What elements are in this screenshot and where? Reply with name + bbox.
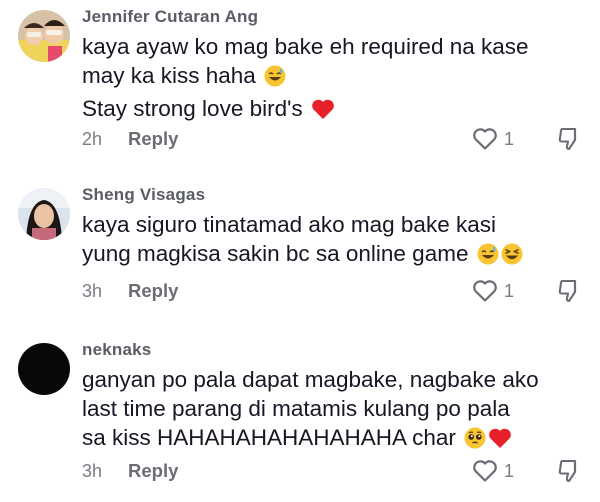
comment-timestamp: 2h xyxy=(82,129,103,149)
like-count: 1 xyxy=(504,461,515,481)
dislike-button[interactable] xyxy=(556,458,582,489)
comment-line-with-emoji: may ka kiss haha xyxy=(82,61,588,94)
comment-username[interactable]: Jennifer Cutaran Ang xyxy=(82,6,588,28)
comment-text: ganyan po pala dapat magbake, nagbake ak… xyxy=(82,365,588,456)
comment-line-with-emoji: yung magkisa sakin bc sa online game xyxy=(82,239,588,272)
like-count: 1 xyxy=(504,129,515,149)
thumbs-down-icon xyxy=(556,127,582,156)
comment-line: Stay strong love bird's xyxy=(82,96,303,121)
dislike-button[interactable] xyxy=(556,126,582,157)
thumbs-down-icon xyxy=(556,279,582,308)
comment-line: kaya ayaw ko mag bake eh required na kas… xyxy=(82,34,529,59)
comment-line: may ka kiss haha xyxy=(82,63,256,88)
comment-actions: 3h Reply 1 xyxy=(82,278,600,304)
avatar[interactable] xyxy=(18,188,70,240)
reply-button[interactable]: Reply xyxy=(128,458,178,484)
comment-timestamp: 3h xyxy=(82,461,103,481)
sweat-smile-emoji xyxy=(477,243,499,272)
red-heart-emoji xyxy=(488,427,512,456)
comment-line: yung magkisa sakin bc sa online game xyxy=(82,241,469,266)
comment-line-with-emoji: sa kiss HAHAHAHAHAHAHAHA char xyxy=(82,423,588,456)
comment-actions: 3h Reply 1 xyxy=(82,458,600,484)
like-count: 1 xyxy=(504,281,515,301)
red-heart-emoji xyxy=(311,98,335,127)
comment-username[interactable]: Sheng Visagas xyxy=(82,184,588,206)
comment-line-with-emoji: Stay strong love bird's xyxy=(82,94,588,127)
comment-actions: 2h Reply 1 xyxy=(82,126,600,152)
comment-line: ganyan po pala dapat magbake, nagbake ak… xyxy=(82,367,539,392)
comment-text: kaya ayaw ko mag bake eh required na kas… xyxy=(82,32,588,127)
comment-line: sa kiss HAHAHAHAHAHAHAHA char xyxy=(82,425,456,450)
thumbs-down-icon xyxy=(556,459,582,488)
avatar[interactable] xyxy=(18,343,70,395)
comment-username[interactable]: neknaks xyxy=(82,339,588,361)
reply-button[interactable]: Reply xyxy=(128,126,178,152)
sweat-smile-emoji xyxy=(264,65,286,94)
pleading-face-emoji xyxy=(464,427,486,456)
comment-text: kaya siguro tinatamad ako mag bake kasi … xyxy=(82,210,588,272)
avatar[interactable] xyxy=(18,10,70,62)
dislike-button[interactable] xyxy=(556,278,582,309)
comment-line: kaya siguro tinatamad ako mag bake kasi xyxy=(82,212,496,237)
laughing-squint-emoji xyxy=(501,243,523,272)
comment-timestamp: 3h xyxy=(82,281,103,301)
reply-button[interactable]: Reply xyxy=(128,278,178,304)
comment-line: last time parang di matamis kulang po pa… xyxy=(82,396,510,421)
